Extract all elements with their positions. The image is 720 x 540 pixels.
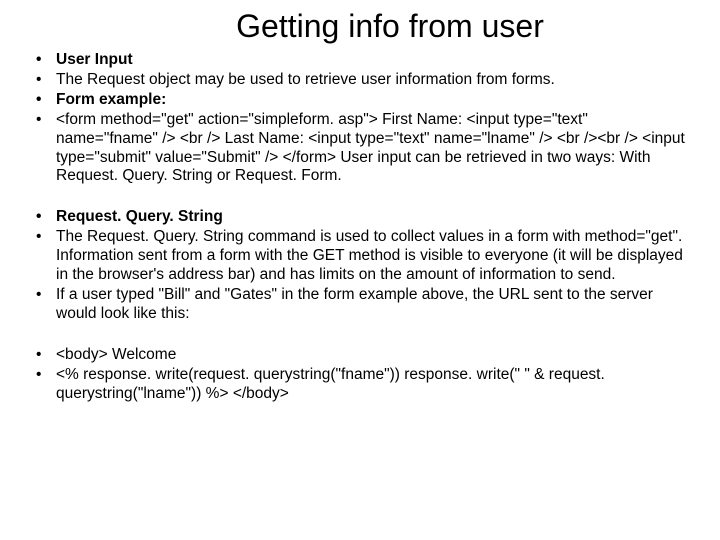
- bullet-group-2: Request. Query. String The Request. Quer…: [30, 208, 690, 323]
- slide-title: Getting info from user: [90, 8, 690, 45]
- list-item: If a user typed "Bill" and "Gates" in th…: [30, 286, 690, 324]
- list-item: The Request object may be used to retrie…: [30, 71, 690, 90]
- list-item: The Request. Query. String command is us…: [30, 228, 690, 285]
- list-item: <body> Welcome: [30, 346, 690, 365]
- list-item: User Input: [30, 51, 690, 70]
- list-item: Request. Query. String: [30, 208, 690, 227]
- bullet-group-3: <body> Welcome <% response. write(reques…: [30, 346, 690, 404]
- bullet-group-1: User Input The Request object may be use…: [30, 51, 690, 186]
- list-item: <% response. write(request. querystring(…: [30, 366, 690, 404]
- list-item: Form example:: [30, 91, 690, 110]
- list-item: <form method="get" action="simpleform. a…: [30, 111, 690, 187]
